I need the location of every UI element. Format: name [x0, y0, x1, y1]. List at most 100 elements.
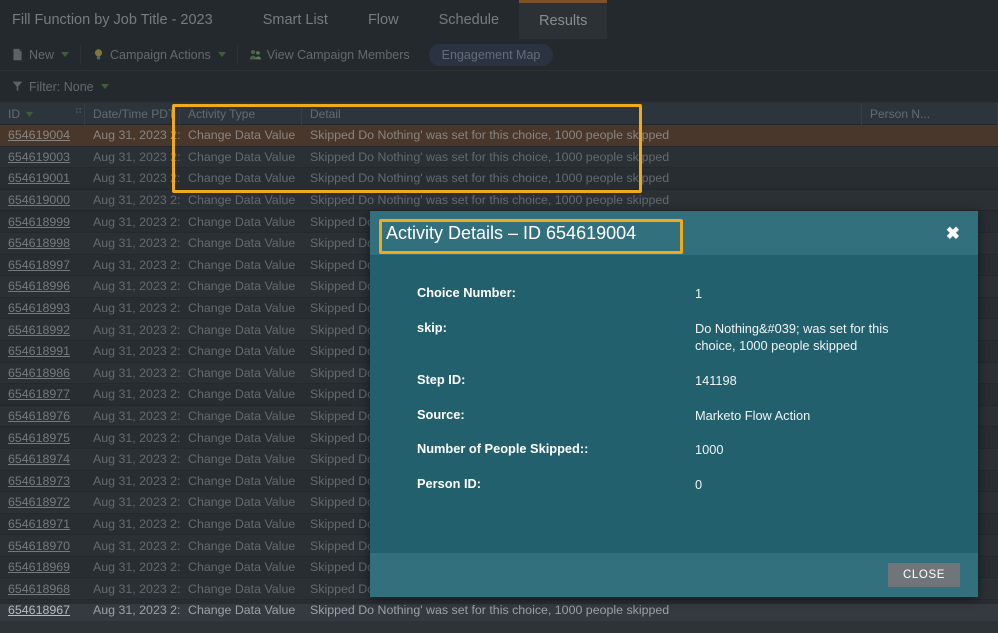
dialog-title: Activity Details – ID 654619004: [386, 222, 637, 243]
detail-field-label: skip:: [417, 319, 447, 335]
column-header-activity-type[interactable]: Activity Type: [180, 102, 302, 125]
activity-id-link[interactable]: 654618991: [8, 344, 70, 358]
table-row[interactable]: 654619001 Aug 31, 2023 2:17 ... Change Dat…: [0, 168, 998, 190]
sort-caret-icon[interactable]: [25, 107, 34, 121]
cell-activity-type: Change Data Value: [188, 538, 296, 553]
cell-id[interactable]: 654618986: [0, 366, 85, 380]
cell-id[interactable]: 654618972: [0, 495, 85, 509]
detail-field-row: Choice Number: 1: [370, 285, 978, 303]
cell-activity-type: Change Data Value: [188, 473, 296, 488]
activity-id-link[interactable]: 654618968: [8, 582, 70, 596]
activity-id-link[interactable]: 654618969: [8, 560, 70, 574]
activity-id-link[interactable]: 654619004: [8, 128, 70, 142]
cell-id[interactable]: 654619001: [0, 171, 85, 185]
cell-datetime: Aug 31, 2023 2:17 ...: [93, 495, 180, 510]
cell-id[interactable]: 654618973: [0, 474, 85, 488]
close-icon[interactable]: ✖: [946, 225, 960, 242]
cell-activity-type: Change Data Value: [188, 495, 296, 510]
table-row[interactable]: 654619000 Aug 31, 2023 2:17 ... Change Dat…: [0, 189, 998, 212]
column-header-detail[interactable]: Detail: [302, 102, 862, 125]
activity-id-link[interactable]: 654618970: [8, 539, 70, 553]
activity-id-link[interactable]: 654618993: [8, 301, 70, 315]
cell-id[interactable]: 654618991: [0, 344, 85, 358]
cell-id[interactable]: 654618970: [0, 539, 85, 553]
cell-id[interactable]: 654618976: [0, 409, 85, 423]
activity-id-link[interactable]: 654618999: [8, 215, 70, 229]
tab-smart-list[interactable]: Smart List: [243, 0, 348, 39]
filter-button[interactable]: Filter: None: [0, 71, 120, 103]
cell-id[interactable]: 654618977: [0, 387, 85, 401]
cell-activity-type: Change Data Value: [188, 452, 296, 467]
close-button[interactable]: CLOSE: [888, 563, 960, 587]
detail-field-label: Person ID:: [417, 475, 481, 491]
activity-id-link[interactable]: 654619001: [8, 171, 70, 185]
column-header-datetime[interactable]: Date/Time PDT: [85, 102, 180, 125]
cell-id[interactable]: 654618969: [0, 560, 85, 574]
activity-id-link[interactable]: 654619000: [8, 193, 70, 207]
new-button[interactable]: New: [0, 39, 80, 71]
activity-id-link[interactable]: 654618992: [8, 323, 70, 337]
campaign-actions-button[interactable]: Campaign Actions: [81, 39, 237, 71]
activity-id-link[interactable]: 654618977: [8, 387, 70, 401]
detail-field-row: Source: Marketo Flow Action: [370, 407, 978, 425]
table-row[interactable]: 654619003 Aug 31, 2023 2:17 ... Change Dat…: [0, 146, 998, 169]
cell-id[interactable]: 654618974: [0, 452, 85, 466]
cell-id[interactable]: 654618996: [0, 279, 85, 293]
new-label: New: [29, 47, 55, 62]
cell-detail: Skipped Do Nothing' was set for this cho…: [310, 128, 670, 143]
cell-id[interactable]: 654618968: [0, 582, 85, 596]
column-header-id[interactable]: ID: [0, 102, 85, 125]
cell-id[interactable]: 654618992: [0, 323, 85, 337]
dialog-header: Activity Details – ID 654619004 ✖: [370, 211, 978, 255]
cell-id[interactable]: 654618997: [0, 258, 85, 272]
detail-field-row: Number of People Skipped:: 1000: [370, 441, 978, 459]
activity-id-link[interactable]: 654619003: [8, 150, 70, 164]
activity-id-link[interactable]: 654618973: [8, 474, 70, 488]
detail-field-row: Step ID: 141198: [370, 372, 978, 390]
activity-id-link[interactable]: 654618996: [8, 279, 70, 293]
table-row[interactable]: 654619004 Aug 31, 2023 2:17 ... Change Dat…: [0, 125, 998, 147]
cell-id[interactable]: 654618971: [0, 517, 85, 531]
tab-fill-function-by-job-title-2023[interactable]: Fill Function by Job Title - 2023: [0, 0, 243, 39]
cell-datetime: Aug 31, 2023 2:17 ...: [93, 171, 180, 186]
detail-field-label: Number of People Skipped::: [417, 441, 589, 457]
activity-id-link[interactable]: 654618971: [8, 517, 70, 531]
cell-id[interactable]: 654619003: [0, 150, 85, 164]
cell-datetime: Aug 31, 2023 2:17 ...: [93, 301, 180, 316]
activity-id-link[interactable]: 654618976: [8, 409, 70, 423]
cell-id[interactable]: 654618998: [0, 236, 85, 250]
cell-datetime: Aug 31, 2023 2:17 ...: [93, 149, 180, 164]
cell-activity-type: Change Data Value: [188, 193, 296, 208]
cell-id[interactable]: 654618975: [0, 431, 85, 445]
funnel-icon: [11, 80, 24, 93]
activity-id-link[interactable]: 654618997: [8, 258, 70, 272]
cell-id[interactable]: 654618993: [0, 301, 85, 315]
detail-field-label: Source:: [417, 406, 465, 422]
view-campaign-members-button[interactable]: View Campaign Members: [238, 39, 421, 71]
activity-id-link[interactable]: 654618986: [8, 366, 70, 380]
tab-schedule[interactable]: Schedule: [419, 0, 519, 39]
tab-results[interactable]: Results: [519, 0, 608, 39]
cell-id[interactable]: 654619004: [0, 128, 85, 142]
tab-flow[interactable]: Flow: [348, 0, 419, 39]
cell-id[interactable]: 654618999: [0, 215, 85, 229]
activity-id-link[interactable]: 654618967: [8, 603, 70, 617]
engagement-map-button[interactable]: Engagement Map: [428, 43, 554, 66]
table-row[interactable]: 654618967 Aug 31, 2023 2:17 ... Change Dat…: [0, 600, 998, 622]
cell-activity-type: Change Data Value: [188, 171, 296, 186]
detail-field-label: Choice Number:: [417, 285, 516, 300]
cell-datetime: Aug 31, 2023 2:17 ...: [93, 538, 180, 553]
column-header-person-name[interactable]: Person N...: [862, 102, 998, 125]
activity-id-link[interactable]: 654618975: [8, 431, 70, 445]
cell-activity-type: Change Data Value: [188, 149, 296, 164]
column-resize-grip-icon[interactable]: [76, 107, 81, 121]
cell-id[interactable]: 654619000: [0, 193, 85, 207]
cell-id[interactable]: 654618967: [0, 603, 85, 617]
activity-id-link[interactable]: 654618974: [8, 452, 70, 466]
marketo-results-screen: Fill Function by Job Title - 2023 Smart L…: [0, 0, 998, 633]
cell-activity-type: Change Data Value: [188, 344, 296, 359]
chevron-down-icon: [217, 52, 226, 57]
activity-id-link[interactable]: 654618972: [8, 495, 70, 509]
cell-activity-type: Change Data Value: [188, 581, 296, 596]
activity-id-link[interactable]: 654618998: [8, 236, 70, 250]
